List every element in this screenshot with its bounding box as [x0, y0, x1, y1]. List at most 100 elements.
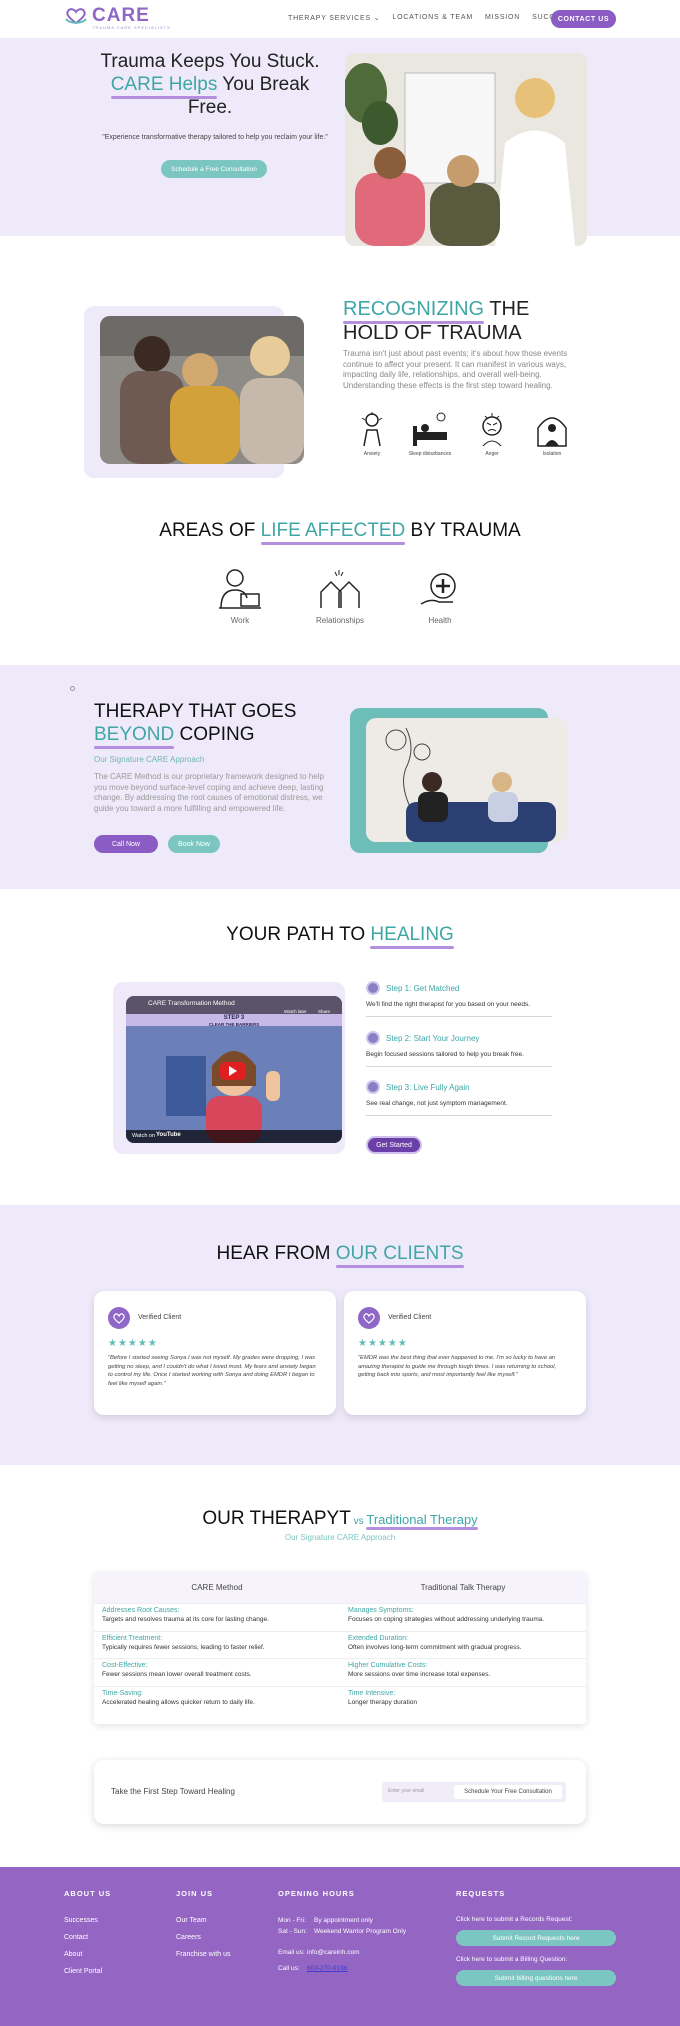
billing-question-text: Click here to submit a Billing Question:: [456, 1956, 568, 1963]
schedule-consultation-button[interactable]: Schedule a Free Consultation: [161, 160, 267, 178]
footer-email-link[interactable]: info@careinh.com: [307, 1949, 359, 1956]
anger-icon: [482, 413, 502, 447]
first-step-box: Take the First Step Toward Healing Enter…: [94, 1760, 586, 1824]
heart-logo-icon: [65, 8, 87, 25]
table-row: Cost-Effective: Fewer sessions mean lower…: [94, 1658, 586, 1686]
share-button[interactable]: Share: [318, 1009, 330, 1014]
get-started-button[interactable]: Get Started: [366, 1136, 422, 1154]
video-step-sub: CLEAR THE BARRIERS: [208, 1022, 260, 1027]
book-now-button[interactable]: Book Now: [168, 835, 220, 853]
heart-avatar-icon: [108, 1307, 130, 1329]
review-quote: "Before I started seeing Sonya I was not…: [108, 1355, 316, 1387]
hours-weekday-value: By appointment only: [314, 1917, 373, 1924]
hours-weekend-value: Weekend Warrior Program Only: [314, 1928, 407, 1935]
table-row: Time-Saving: Accelerated healing allows q…: [94, 1685, 586, 1714]
work-icon: [219, 569, 261, 609]
youtube-logo[interactable]: YouTube: [156, 1132, 181, 1138]
submit-billing-button[interactable]: Submit billing questions here: [456, 1970, 616, 1986]
watch-later-button[interactable]: Watch later: [284, 1009, 307, 1014]
call-now-button[interactable]: Call Now: [94, 835, 158, 853]
step-marker-icon: [366, 981, 380, 995]
site-header: CARE TRAUMA CARE SPECIALISTS THERAPY SER…: [0, 0, 680, 38]
hero-title-accent: CARE Helps: [110, 74, 218, 99]
decorative-dot: [70, 686, 75, 691]
logo-subtitle: TRAUMA CARE SPECIALISTS: [92, 25, 171, 30]
comparison-table: CARE Method Traditional Talk Therapy Add…: [94, 1572, 586, 1724]
beyond-subtitle: Our Signature CARE Approach: [94, 755, 205, 764]
anxiety-symptom: Anxiety: [350, 412, 394, 457]
anxiety-icon: [361, 412, 383, 447]
site-footer: ABOUT US Successes Contact About Client …: [0, 1867, 680, 2026]
footer-about-heading: ABOUT US: [64, 1889, 112, 1898]
area-health: Health: [400, 568, 480, 625]
first-step-text: Take the First Step Toward Healing: [111, 1787, 235, 1796]
heart-avatar-icon: [358, 1307, 380, 1329]
sleep-icon: [413, 412, 447, 446]
step-marker-icon: [366, 1080, 380, 1094]
watch-on-label: Watch on: [132, 1133, 156, 1139]
hero-image: [345, 53, 587, 246]
step-1: Step 1: Get Matched We'll find the right…: [366, 981, 552, 1017]
beyond-text: The CARE Method is our proprietary frame…: [94, 772, 324, 813]
logo[interactable]: CARE: [64, 5, 150, 26]
recognizing-title: RECOGNIZING THE HOLD OF TRAUMA: [343, 298, 530, 344]
footer-link-careers[interactable]: Careers: [176, 1934, 201, 1941]
footer-phone-link[interactable]: 603-270-9196: [307, 1965, 347, 1972]
email-signup: Enter your email Schedule Your Free Cons…: [382, 1782, 566, 1802]
recognizing-image: [100, 316, 304, 464]
step-2: Step 2: Start Your Journey Begin focused…: [366, 1031, 552, 1067]
hero-title: Trauma Keeps You Stuck. CARE Helps You B…: [100, 51, 320, 118]
beyond-image: [366, 718, 568, 842]
column-header-care: CARE Method: [191, 1583, 243, 1592]
column-header-traditional: Traditional Talk Therapy: [420, 1583, 506, 1592]
rating-stars: ★★★★★: [108, 1338, 158, 1349]
isolation-symptom: Isolation: [530, 412, 574, 457]
area-work: Work: [200, 568, 280, 625]
footer-hours-heading: OPENING HOURS: [278, 1889, 355, 1898]
schedule-free-consultation-button[interactable]: Schedule Your Free Consultation: [454, 1785, 562, 1799]
beyond-title: THERAPY THAT GOES BEYOND COPING: [94, 701, 297, 749]
records-request-text: Click here to submit a Records Request:: [456, 1916, 573, 1923]
nav-locations-team[interactable]: LOCATIONS & TEAM: [392, 14, 473, 22]
footer-link-about[interactable]: About: [64, 1951, 82, 1958]
footer-join-heading: JOIN US: [176, 1889, 214, 1898]
video-player[interactable]: CARE Transformation Method Watch later S…: [126, 996, 342, 1143]
review-card: Verified Client ★★★★★ "Before I started …: [94, 1291, 336, 1415]
recognizing-text: Trauma isn't just about past events; it'…: [343, 349, 568, 390]
video-step-label: STEP 3: [223, 1015, 245, 1021]
path-title: YOUR PATH TO HEALING: [226, 924, 455, 949]
footer-link-our-team[interactable]: Our Team: [176, 1917, 207, 1924]
footer-link-franchise[interactable]: Franchise with us: [176, 1951, 230, 1958]
hero-quote: "Experience transformative therapy tailo…: [102, 134, 328, 141]
footer-requests-heading: REQUESTS: [456, 1889, 506, 1898]
submit-records-button[interactable]: Submit Record Requests here: [456, 1930, 616, 1946]
logo-text: CARE: [92, 5, 150, 26]
footer-link-successes[interactable]: Successes: [64, 1917, 98, 1924]
review-card: Verified Client ★★★★★ "EMDR was the best…: [344, 1291, 586, 1415]
hours-weekday-label: Mon - Fri:: [278, 1917, 306, 1924]
step-marker-icon: [366, 1031, 380, 1045]
area-relationships: Relationships: [300, 568, 380, 625]
email-input[interactable]: Enter your email: [388, 1788, 424, 1794]
email-label: Email us:: [278, 1949, 305, 1956]
table-row: Addresses Root Causes: Targets and resolv…: [94, 1603, 586, 1631]
footer-link-client-portal[interactable]: Client Portal: [64, 1968, 102, 1975]
isolation-icon: [537, 417, 567, 447]
health-icon: [420, 573, 456, 605]
relationships-icon: [320, 570, 360, 608]
compare-title: OUR THERAPYT vs Traditional Therapy: [202, 1508, 478, 1530]
call-label: Call us:: [278, 1965, 300, 1972]
areas-title: AREAS OF LIFE AFFECTED BY TRAUMA: [159, 520, 521, 545]
sleep-symptom: Sleep disturbances: [408, 412, 452, 457]
hours-weekend-label: Sat - Sun:: [278, 1928, 307, 1935]
contact-us-button[interactable]: CONTACT US: [551, 10, 616, 28]
nav-mission[interactable]: MISSION: [485, 14, 520, 22]
clients-title: HEAR FROM OUR CLIENTS: [216, 1243, 464, 1268]
video-play-icon[interactable]: [220, 1062, 246, 1080]
footer-link-contact[interactable]: Contact: [64, 1934, 88, 1941]
table-row: Efficient Treatment: Typically requires f…: [94, 1630, 586, 1659]
rating-stars: ★★★★★: [358, 1338, 408, 1349]
nav-therapy-services[interactable]: THERAPY SERVICES ⌄: [288, 14, 380, 22]
compare-subtitle: Our Signature CARE Approach: [284, 1533, 396, 1542]
video-title: CARE Transformation Method: [148, 1000, 235, 1007]
